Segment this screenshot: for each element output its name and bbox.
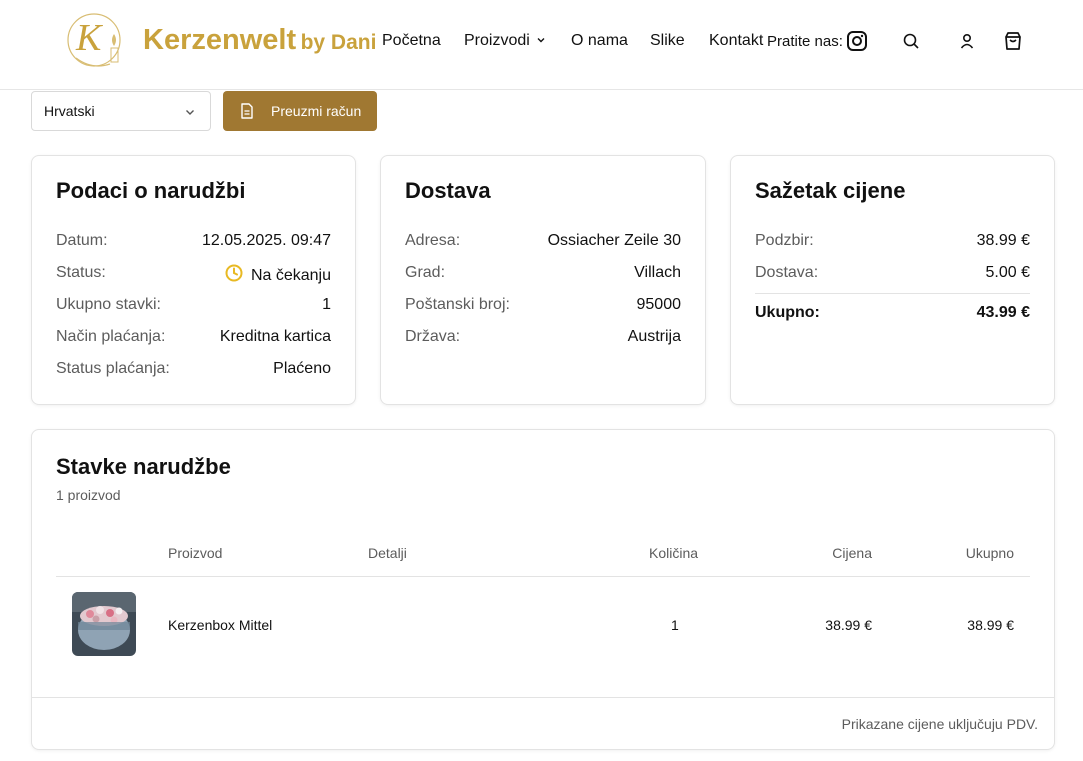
shipping-card: Dostava Adresa: Ossiacher Zeile 30 Grad:… <box>380 155 706 405</box>
total-label: Ukupno: <box>755 304 820 321</box>
shipping-title: Dostava <box>405 178 491 203</box>
instagram-icon[interactable] <box>846 30 868 52</box>
follow-us-label: Pratite nas: <box>767 33 843 50</box>
total-row: Ukupno: 43.99 € <box>755 304 1030 324</box>
language-select[interactable]: Hrvatski <box>31 91 211 131</box>
order-item-count-label: Ukupno stavki: <box>56 296 161 313</box>
order-date-row: Datum: 12.05.2025. 09:47 <box>56 232 331 252</box>
shipping-cost-row: Dostava: 5.00 € <box>755 264 1030 284</box>
logo-monogram-icon[interactable]: K <box>62 8 132 74</box>
brand-name[interactable]: Kerzenwelt by Dani <box>143 24 376 57</box>
vat-note: Prikazane cijene uključuju PDV. <box>841 716 1038 732</box>
nav-slike[interactable]: Slike <box>650 32 685 50</box>
city-label: Grad: <box>405 264 446 281</box>
country-value: Austrija <box>627 328 681 345</box>
chevron-down-icon <box>536 32 546 50</box>
svg-text:K: K <box>75 17 103 59</box>
country-row: Država: Austrija <box>405 328 681 348</box>
brand-title: Kerzenwelt <box>143 24 297 56</box>
postal-code-row: Poštanski broj: 95000 <box>405 296 681 316</box>
order-items-title: Stavke narudžbe <box>56 454 231 479</box>
country-label: Država: <box>405 328 461 345</box>
summary-divider <box>755 293 1030 294</box>
download-invoice-button[interactable]: Preuzmi račun <box>223 91 377 131</box>
chevron-down-icon <box>184 105 196 121</box>
items-footer-divider <box>32 697 1054 698</box>
postal-code-label: Poštanski broj: <box>405 296 510 313</box>
subtotal-label: Podzbir: <box>755 232 814 249</box>
order-status-text: Na čekanju <box>250 266 331 284</box>
search-icon[interactable] <box>900 30 922 52</box>
product-quantity: 1 <box>671 617 679 633</box>
price-summary-title: Sažetak cijene <box>755 178 906 203</box>
product-name[interactable]: Kerzenbox Mittel <box>168 617 272 633</box>
address-label: Adresa: <box>405 232 461 249</box>
order-info-card: Podaci o narudžbi Datum: 12.05.2025. 09:… <box>31 155 356 405</box>
postal-code-value: 95000 <box>636 296 682 313</box>
product-price: 38.99 € <box>825 617 872 633</box>
shopping-bag-icon[interactable] <box>1002 30 1024 52</box>
order-date-label: Datum: <box>56 232 108 249</box>
shipping-cost-label: Dostava: <box>755 264 819 281</box>
document-icon <box>240 103 254 122</box>
order-items-count: 1 proizvod <box>56 487 121 503</box>
site-header: K Kerzenwelt by Dani Početna Proizvodi O… <box>0 0 1083 90</box>
payment-method-row: Način plaćanja: Kreditna kartica <box>56 328 331 348</box>
city-value: Villach <box>634 264 681 281</box>
shipping-cost-value: 5.00 € <box>985 264 1030 281</box>
subtotal-value: 38.99 € <box>976 232 1030 249</box>
brand-suffix: by Dani <box>300 31 377 54</box>
order-items-card: Stavke narudžbe 1 proizvod Proizvod Deta… <box>31 429 1055 750</box>
payment-status-row: Status plaćanja: Plaćeno <box>56 360 331 380</box>
order-item-count-value: 1 <box>322 296 331 313</box>
table-header-divider <box>56 576 1030 577</box>
order-status-value: Na čekanju <box>225 264 331 287</box>
city-row: Grad: Villach <box>405 264 681 284</box>
column-header-product: Proizvod <box>168 545 223 561</box>
column-header-details: Detalji <box>368 545 407 561</box>
nav-o-nama[interactable]: O nama <box>571 32 628 50</box>
address-value: Ossiacher Zeile 30 <box>547 232 681 249</box>
payment-status-label: Status plaćanja: <box>56 360 170 377</box>
order-item-count-row: Ukupno stavki: 1 <box>56 296 331 316</box>
payment-method-label: Način plaćanja: <box>56 328 166 345</box>
order-info-title: Podaci o narudžbi <box>56 178 246 203</box>
payment-method-value: Kreditna kartica <box>219 328 331 345</box>
nav-kontakt[interactable]: Kontakt <box>709 32 763 50</box>
column-header-total: Ukupno <box>965 545 1014 561</box>
subtotal-row: Podzbir: 38.99 € <box>755 232 1030 252</box>
column-header-quantity: Količina <box>649 545 699 561</box>
nav-proizvodi[interactable]: Proizvodi <box>464 32 546 50</box>
order-date-value: 12.05.2025. 09:47 <box>201 232 331 249</box>
order-status-label: Status: <box>56 264 106 281</box>
column-header-price: Cijena <box>832 545 872 561</box>
language-select-value: Hrvatski <box>44 103 95 119</box>
user-icon[interactable] <box>956 30 978 52</box>
order-status-row: Status: Na čekanju <box>56 264 331 284</box>
payment-status-value: Plaćeno <box>273 360 331 377</box>
price-summary-card: Sažetak cijene Podzbir: 38.99 € Dostava:… <box>730 155 1055 405</box>
product-total: 38.99 € <box>967 617 1014 633</box>
nav-pocetna[interactable]: Početna <box>382 32 441 50</box>
address-row: Adresa: Ossiacher Zeile 30 <box>405 232 681 252</box>
product-thumbnail[interactable] <box>72 592 136 656</box>
clock-icon <box>225 264 243 287</box>
nav-proizvodi-label: Proizvodi <box>464 32 530 49</box>
download-invoice-label: Preuzmi račun <box>271 103 362 119</box>
total-value: 43.99 € <box>976 304 1030 321</box>
